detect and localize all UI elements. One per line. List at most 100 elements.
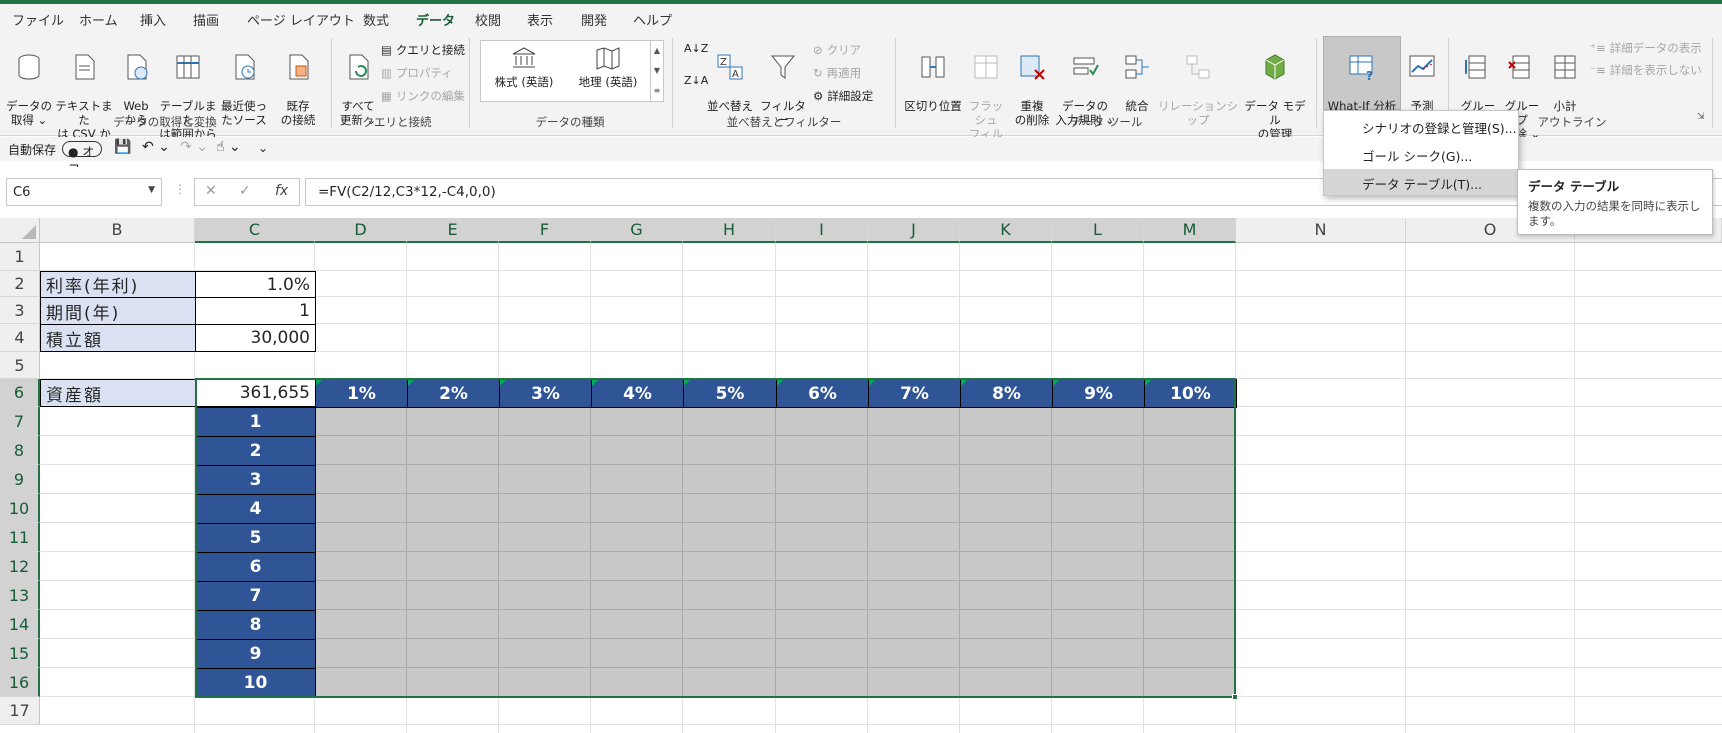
gallery-scroll[interactable]: ▲ ▼ ≡ [650,41,663,101]
column-header-k[interactable]: K [960,218,1052,243]
cell-c6[interactable]: 361,655 [195,379,316,407]
year-header-cell[interactable]: 9 [195,639,316,669]
column-header-g[interactable]: G [591,218,683,243]
row-header-5[interactable]: 5 [0,352,40,379]
customize-qat-icon[interactable]: ⌄ [258,141,268,155]
column-header-l[interactable]: L [1052,218,1144,243]
rate-header-cell[interactable]: 6% [776,379,869,408]
autosave-toggle[interactable]: ● オフ [62,141,102,176]
row-header-9[interactable]: 9 [0,465,40,494]
column-header-i[interactable]: I [776,218,868,243]
insert-function-icon[interactable]: fx [275,183,288,199]
rate-header-cell[interactable]: 2% [407,379,500,408]
show-detail-button[interactable]: ⁺≡ 詳細データの表示 [1590,40,1702,56]
goal-seek-item[interactable]: ゴール シーク(G)... [1324,141,1518,167]
rate-header-cell[interactable]: 4% [591,379,684,408]
column-header-m[interactable]: M [1144,218,1236,243]
properties-button[interactable]: ▥ プロパティ [381,65,453,81]
sort-asc-button[interactable]: A↓Z [684,42,708,55]
year-header-cell[interactable]: 10 [195,668,316,698]
tab-home[interactable]: ホーム [79,10,118,29]
row-header-17[interactable]: 17 [0,697,40,725]
edit-links-button[interactable]: ▦ リンクの編集 [381,88,465,104]
column-header-f[interactable]: F [499,218,591,243]
row-header-2[interactable]: 2 [0,271,40,297]
tab-formulas[interactable]: 数式 [363,10,389,29]
sort-desc-button[interactable]: Z↓A [684,74,708,87]
fill-handle[interactable] [1232,694,1238,700]
rate-header-cell[interactable]: 9% [1052,379,1145,408]
text-to-columns-button[interactable]: 区切り位置 [902,38,964,113]
year-header-cell[interactable]: 3 [195,465,316,495]
save-icon[interactable]: 💾 [114,139,131,155]
tab-page-layout[interactable]: ページ レイアウト [247,10,355,29]
year-header-cell[interactable]: 5 [195,523,316,553]
cell-b6[interactable]: 資産額 [40,379,196,407]
cancel-icon[interactable]: ✕ [205,183,217,199]
cell-b3[interactable]: 期間(年) [40,297,196,325]
year-header-cell[interactable]: 7 [195,581,316,611]
column-header-h[interactable]: H [683,218,776,243]
year-header-cell[interactable]: 2 [195,436,316,466]
rate-header-cell[interactable]: 1% [315,379,408,408]
column-header-j[interactable]: J [868,218,960,243]
row-header-16[interactable]: 16 [0,668,40,697]
redo-icon[interactable]: ↷ ⌄ [180,139,208,155]
cell-c3[interactable]: 1 [195,297,316,325]
stocks-button[interactable]: 株式 (英語) [483,45,565,90]
cell-b4[interactable]: 積立額 [40,324,196,352]
touch-mode-icon[interactable]: ☝ ⌄ [216,139,241,155]
row-header-14[interactable]: 14 [0,610,40,639]
row-header-3[interactable]: 3 [0,297,40,324]
row-header-15[interactable]: 15 [0,639,40,668]
tab-file[interactable]: ファイル [12,10,64,29]
reapply-button[interactable]: ↻ 再適用 [813,65,861,81]
cell-c2[interactable]: 1.0% [195,271,316,298]
queries-connections-button[interactable]: ▤ クエリと接続 [381,42,465,58]
row-header-11[interactable]: 11 [0,523,40,552]
tab-help[interactable]: ヘルプ [633,10,672,29]
data-table-item[interactable]: データ テーブル(T)... [1324,169,1518,195]
year-header-cell[interactable]: 1 [195,407,316,437]
row-header-8[interactable]: 8 [0,436,40,465]
dialog-launcher-icon[interactable]: ⇲ [1697,112,1705,122]
tab-draw[interactable]: 描画 [193,10,219,29]
row-header-1[interactable]: 1 [0,243,40,271]
tab-developer[interactable]: 開発 [581,10,607,29]
column-header-d[interactable]: D [315,218,407,243]
cell-b2[interactable]: 利率(年利) [40,271,196,298]
undo-icon[interactable]: ↶ ⌄ [142,139,170,155]
tab-review[interactable]: 校閲 [475,10,501,29]
consolidate-button[interactable]: 統合 [1120,38,1154,113]
sort-button[interactable]: ZA 並べ替え [706,38,754,113]
tab-data[interactable]: データ [416,10,456,35]
rate-header-cell[interactable]: 5% [683,379,777,408]
select-all-corner[interactable] [0,218,40,243]
cell-c4[interactable]: 30,000 [195,324,316,352]
geography-button[interactable]: 地理 (英語) [567,45,649,90]
scenario-manager-item[interactable]: シナリオの登録と管理(S)... [1324,113,1518,139]
name-box[interactable]: C6 ▼ [6,178,162,206]
name-box-dropdown-icon[interactable]: ▼ [148,185,155,195]
row-header-4[interactable]: 4 [0,324,40,352]
tab-insert[interactable]: 挿入 [140,10,166,29]
enter-icon[interactable]: ✓ [239,183,251,199]
rate-header-cell[interactable]: 7% [868,379,961,408]
year-header-cell[interactable]: 8 [195,610,316,640]
tab-view[interactable]: 表示 [527,10,553,29]
row-header-12[interactable]: 12 [0,552,40,581]
column-header-e[interactable]: E [407,218,499,243]
rate-header-cell[interactable]: 3% [499,379,592,408]
column-header-b[interactable]: B [40,218,195,243]
row-header-10[interactable]: 10 [0,494,40,523]
clear-filter-button[interactable]: ⊘ クリア [813,42,861,58]
row-header-6[interactable]: 6 [0,379,40,407]
rate-header-cell[interactable]: 10% [1144,379,1237,408]
column-header-c[interactable]: C [195,218,315,243]
row-header-13[interactable]: 13 [0,581,40,610]
year-header-cell[interactable]: 6 [195,552,316,582]
rate-header-cell[interactable]: 8% [960,379,1053,408]
year-header-cell[interactable]: 4 [195,494,316,524]
advanced-filter-button[interactable]: ⚙ 詳細設定 [813,88,873,104]
column-header-n[interactable]: N [1236,218,1406,243]
